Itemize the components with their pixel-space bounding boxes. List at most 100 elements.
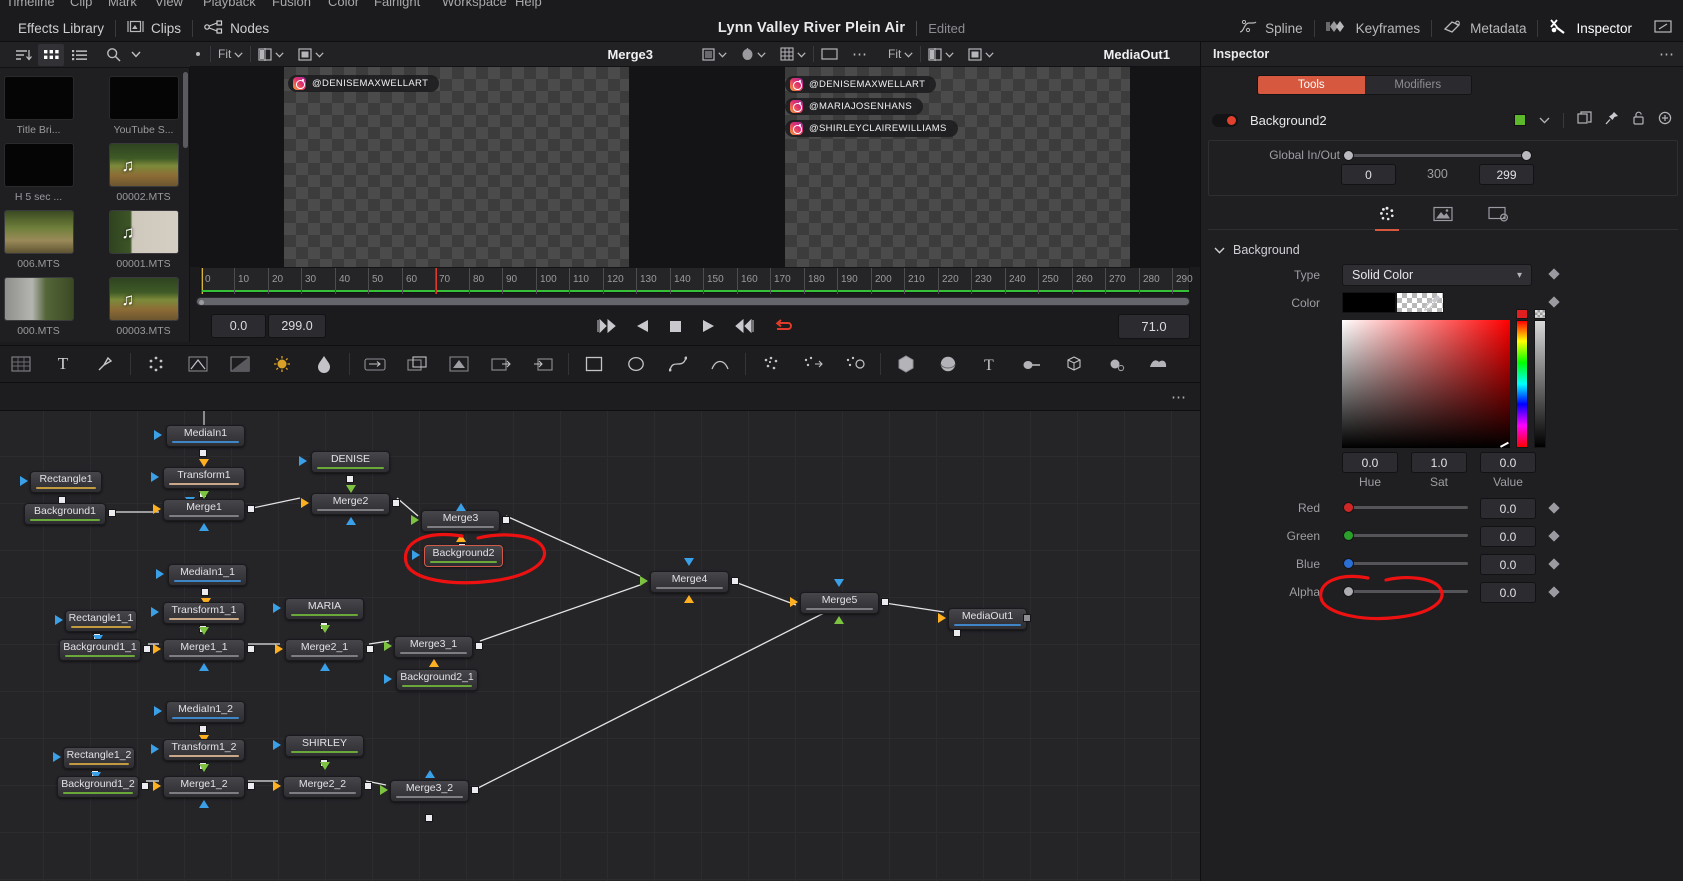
node-denise[interactable]: DENISE	[311, 451, 390, 473]
menu-item-help[interactable]: Help	[515, 0, 542, 9]
node-merge3-2[interactable]: Merge3_2	[390, 780, 469, 802]
alpha-field[interactable]: 0.0	[1480, 582, 1536, 603]
blue-slider-track[interactable]	[1348, 562, 1468, 565]
green-slider-handle[interactable]	[1343, 530, 1354, 541]
media-clip-item[interactable]: 000.MTS	[0, 277, 93, 342]
red-slider-track[interactable]	[1348, 506, 1468, 509]
media-clip-item[interactable]: H 5 sec ...	[0, 143, 93, 208]
sat-field[interactable]: 1.0	[1411, 452, 1467, 473]
media-pool-scrollbar[interactable]	[183, 72, 188, 148]
viewer-right-zoom-select[interactable]: Fit	[881, 47, 920, 61]
node-bg-input-arrow[interactable]	[199, 800, 209, 808]
node-input-arrow[interactable]	[301, 498, 309, 508]
viewer-right-layout-button[interactable]	[814, 48, 845, 60]
clip-thumbnail[interactable]	[3, 277, 74, 321]
viewer-left-zoom-select[interactable]: Fit	[211, 47, 250, 61]
node-bg-input-arrow[interactable]	[320, 663, 330, 671]
common-settings-icon[interactable]	[1484, 201, 1514, 227]
node-input-arrow[interactable]	[273, 781, 281, 791]
fullscreen-button[interactable]	[1643, 14, 1683, 42]
mask-icon[interactable]	[219, 345, 261, 383]
node-merge1-2[interactable]: Merge1_2	[163, 776, 245, 798]
node-enable-toggle[interactable]	[1212, 113, 1238, 127]
viewer-right-alpha-button[interactable]	[961, 47, 1001, 61]
node-rectangle1-2[interactable]: Rectangle1_2	[63, 747, 135, 769]
keyframes-button[interactable]: Keyframes	[1315, 14, 1432, 42]
node-output-port[interactable]	[201, 588, 209, 596]
clip-thumbnail[interactable]: ♫	[108, 277, 179, 321]
node-output-port[interactable]	[731, 577, 739, 585]
node-background2[interactable]: Background2	[424, 545, 503, 567]
node-output-port[interactable]	[502, 516, 510, 524]
node-merge2-1[interactable]: Merge2_1	[285, 639, 364, 661]
jump-to-end-button[interactable]	[735, 319, 754, 333]
node-output-port[interactable]	[1023, 614, 1031, 622]
node-input-arrow[interactable]	[275, 644, 283, 654]
color-swatch[interactable]	[1342, 292, 1396, 313]
3d-render-icon[interactable]	[1137, 345, 1179, 383]
node-output-port[interactable]	[364, 782, 372, 790]
sort-icon[interactable]	[10, 44, 36, 66]
node-fg-input-arrow[interactable]	[456, 534, 466, 542]
node-input-arrow[interactable]	[299, 456, 307, 466]
node-output-port[interactable]	[247, 505, 255, 513]
node-input-arrow[interactable]	[411, 515, 419, 525]
eyedropper-icon[interactable]	[1424, 294, 1441, 316]
node-input-arrow[interactable]	[790, 597, 798, 607]
node-merge1-1[interactable]: Merge1_1	[163, 639, 245, 661]
background-section-header[interactable]: Background	[1214, 241, 1300, 259]
node-rectangle1[interactable]: Rectangle1	[30, 471, 102, 493]
global-inout-track[interactable]	[1348, 154, 1528, 157]
node-input-arrow[interactable]	[640, 576, 648, 586]
timeline-ruler[interactable]: 0 10 20 30 40 50 60 70 80 90 100 110 120…	[200, 267, 1193, 294]
node-input-arrow[interactable]	[153, 504, 161, 514]
node-transform1[interactable]: Transform1	[163, 467, 245, 489]
copy-icon[interactable]	[1577, 110, 1592, 130]
node-output-port[interactable]	[108, 509, 116, 517]
node-transform1-1[interactable]: Transform1_1	[163, 602, 245, 624]
global-in-handle[interactable]	[1343, 150, 1354, 161]
inspector-button[interactable]: Inspector	[1538, 14, 1643, 42]
3d-text-icon[interactable]: T	[969, 345, 1011, 383]
spline-button[interactable]: Spline	[1228, 14, 1314, 42]
node-input-arrow[interactable]	[384, 674, 392, 684]
jump-to-start-button[interactable]	[597, 319, 616, 333]
global-out-field[interactable]: 299	[1479, 164, 1534, 185]
node-background1-1[interactable]: Background1_1	[59, 639, 141, 661]
clip-thumbnail[interactable]	[3, 210, 74, 254]
merge-icon[interactable]	[396, 345, 438, 383]
node-input-arrow[interactable]	[273, 603, 281, 613]
node-bg-input-arrow[interactable]	[346, 517, 356, 525]
viewer-right-lut-button[interactable]	[734, 47, 773, 61]
node-merge1[interactable]: Merge1	[163, 499, 245, 521]
import-icon[interactable]	[522, 345, 564, 383]
node-mediain1-2[interactable]: MediaIn1_2	[166, 701, 245, 723]
polygon-mask-icon[interactable]	[657, 345, 699, 383]
alpha-slider-handle[interactable]	[1343, 586, 1354, 597]
matte-icon[interactable]	[438, 345, 480, 383]
blue-slider-handle[interactable]	[1343, 558, 1354, 569]
node-transform1-2[interactable]: Transform1_2	[163, 739, 245, 761]
paint-icon[interactable]	[84, 345, 126, 383]
pin-icon[interactable]	[1605, 111, 1619, 130]
nodes-button[interactable]: Nodes	[193, 14, 280, 42]
node-color-swatch[interactable]	[1514, 114, 1526, 126]
3d-shape-icon[interactable]	[885, 345, 927, 383]
clip-thumbnail[interactable]: ♫	[108, 210, 179, 254]
global-out-handle[interactable]	[1521, 150, 1532, 161]
node-output-port[interactable]	[247, 645, 255, 653]
node-maria[interactable]: MARIA	[285, 598, 364, 620]
node-graph-options-button[interactable]: ⋯	[1171, 388, 1186, 406]
node-output-port[interactable]	[199, 449, 207, 457]
node-view-indicator[interactable]	[953, 629, 961, 637]
node-bg-input-arrow[interactable]	[199, 663, 209, 671]
node-output-port[interactable]	[392, 499, 400, 507]
menu-item-color[interactable]: Color	[328, 0, 359, 9]
chevron-down-icon[interactable]	[128, 44, 144, 66]
media-clip-item[interactable]: YouTube S...	[97, 76, 190, 141]
clip-thumbnail[interactable]: ♫	[108, 143, 179, 187]
node-output-port[interactable]	[475, 642, 483, 650]
viewer-right-options-button[interactable]: ⋯	[845, 45, 875, 63]
value-field[interactable]: 0.0	[1480, 452, 1536, 473]
viewer-left-split-button[interactable]	[251, 47, 291, 61]
